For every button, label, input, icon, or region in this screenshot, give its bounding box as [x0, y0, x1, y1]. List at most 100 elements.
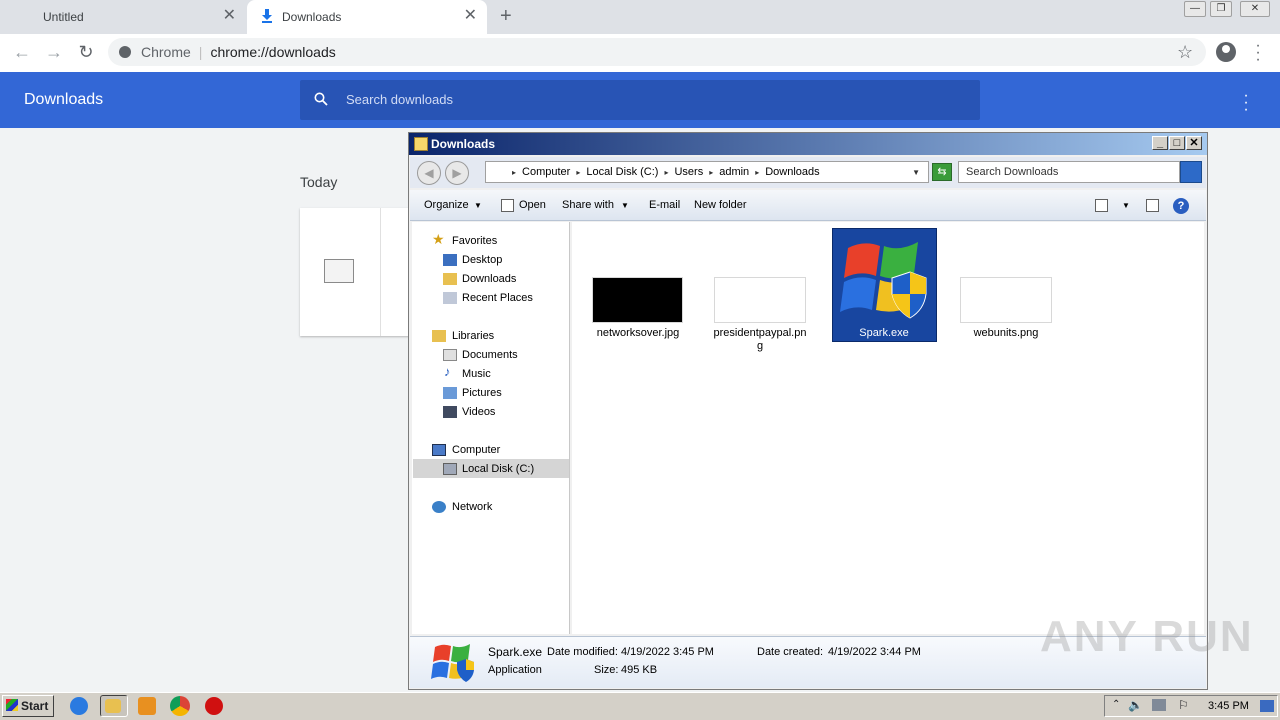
details-modified-label: Date modified: [547, 646, 618, 658]
chrome-page-icon [119, 46, 131, 58]
show-desktop-icon[interactable] [1260, 700, 1274, 712]
tab-downloads[interactable]: Downloads ✕ [247, 0, 487, 34]
chevron-down-icon[interactable]: ▼ [1122, 201, 1130, 210]
nav-favorites[interactable]: Favorites [452, 235, 497, 247]
refresh-icon[interactable]: ⇆ [932, 163, 952, 181]
minimize-button[interactable]: — [1184, 1, 1206, 17]
file-name[interactable]: webunits.png [951, 327, 1061, 339]
file-name[interactable]: Spark.exe [829, 327, 939, 339]
network-tray-icon[interactable] [1152, 699, 1166, 711]
download-card[interactable] [300, 208, 420, 336]
file-thumbnail[interactable] [960, 277, 1052, 323]
network-icon [432, 501, 446, 513]
nav-network[interactable]: Network [452, 501, 492, 513]
chevron-up-icon[interactable]: ⌃ [1112, 699, 1120, 710]
new-folder-button[interactable]: New folder [694, 199, 747, 211]
kebab-icon[interactable]: · · · [1242, 88, 1250, 118]
email-button[interactable]: E-mail [649, 199, 680, 211]
nav-pictures[interactable]: Pictures [462, 387, 502, 399]
clock[interactable]: 3:45 PM [1208, 700, 1249, 712]
nav-computer[interactable]: Computer [452, 444, 500, 456]
stop-icon[interactable] [205, 697, 223, 715]
chevron-down-icon[interactable]: ▼ [912, 168, 920, 177]
star-icon[interactable]: ☆ [1177, 42, 1193, 63]
minimize-button[interactable]: _ [1152, 136, 1168, 150]
close-window-button[interactable]: ✕ [1186, 136, 1202, 150]
forward-icon[interactable]: ▶ [445, 161, 469, 185]
details-size-label: Size: [594, 664, 619, 676]
windows-logo-icon [840, 242, 927, 319]
pictures-icon [443, 387, 457, 399]
tab-label: Downloads [282, 10, 342, 24]
details-filename: Spark.exe [488, 645, 543, 659]
open-icon [501, 199, 514, 212]
help-icon[interactable]: ? [1173, 198, 1189, 214]
breadcrumb-item[interactable]: admin [719, 166, 749, 178]
address-bar[interactable]: ▸ Computer ▸ Local Disk (C:) ▸ Users ▸ a… [485, 161, 929, 183]
new-tab-button[interactable]: + [500, 6, 512, 26]
media-player-icon[interactable] [138, 697, 156, 715]
details-size: 495 KB [621, 664, 658, 676]
flag-icon[interactable]: ⚐ [1178, 698, 1189, 712]
back-icon[interactable]: ◀ [417, 161, 441, 185]
restore-button[interactable]: ❐ [1210, 1, 1232, 17]
back-icon[interactable]: ← [12, 43, 32, 61]
search-icon[interactable] [1180, 161, 1202, 183]
details-created: 4/19/2022 3:44 PM [828, 646, 921, 658]
preview-pane-icon[interactable] [1146, 199, 1159, 212]
search-input[interactable]: Search Downloads [958, 161, 1180, 183]
breadcrumb-item[interactable]: Computer [522, 166, 570, 178]
computer-icon [432, 444, 446, 456]
chevron-right-icon: ▸ [576, 167, 581, 177]
close-window-button[interactable]: ✕ [1240, 1, 1270, 17]
chevron-right-icon: ▸ [512, 167, 517, 177]
open-button[interactable]: Open [519, 199, 546, 211]
chevron-right-icon: ▸ [755, 167, 760, 177]
tab-untitled[interactable]: Untitled ✕ [0, 0, 246, 34]
nav-desktop[interactable]: Desktop [462, 254, 502, 266]
music-icon: ♪ [444, 364, 451, 379]
omnibox-url: chrome://downloads [210, 44, 336, 60]
view-icon[interactable] [1095, 199, 1108, 212]
drive-icon [443, 463, 457, 475]
watermark: ANY RUN [1040, 612, 1254, 661]
breadcrumb-item[interactable]: Users [674, 166, 703, 178]
share-button[interactable]: Share with [562, 199, 614, 211]
speaker-icon[interactable]: 🔈 [1128, 698, 1143, 712]
forward-icon[interactable]: → [44, 43, 64, 61]
omnibox[interactable]: Chrome | chrome://downloads [108, 38, 1206, 66]
chrome-icon[interactable] [170, 696, 190, 716]
file-name[interactable]: networksover.jpg [583, 327, 693, 339]
avatar-icon[interactable] [1216, 42, 1236, 62]
file-thumbnail[interactable] [592, 277, 683, 323]
tab-label: Untitled [43, 10, 84, 24]
nav-libraries[interactable]: Libraries [452, 330, 494, 342]
videos-icon [443, 406, 457, 418]
section-heading: Today [300, 174, 338, 190]
file-name[interactable]: presidentpaypal.pn [705, 327, 815, 339]
omnibox-separator: | [198, 44, 203, 60]
search-placeholder: Search downloads [346, 92, 453, 107]
breadcrumb-item[interactable]: Downloads [765, 166, 819, 178]
organize-button[interactable]: Organize [424, 199, 469, 211]
breadcrumb-item[interactable]: Local Disk (C:) [586, 166, 658, 178]
nav-recent[interactable]: Recent Places [462, 292, 533, 304]
ie-icon[interactable] [70, 697, 88, 715]
desktop-icon [443, 254, 457, 266]
documents-icon [443, 349, 457, 361]
nav-music[interactable]: Music [462, 368, 491, 380]
reload-icon[interactable]: ↻ [76, 43, 96, 61]
nav-documents[interactable]: Documents [462, 349, 518, 361]
maximize-button[interactable]: □ [1169, 136, 1185, 150]
close-icon[interactable]: ✕ [464, 8, 477, 24]
nav-downloads[interactable]: Downloads [462, 273, 516, 285]
windows-logo-icon [431, 644, 474, 682]
nav-local-disk[interactable]: Local Disk (C:) [462, 463, 534, 475]
omnibox-site: Chrome [141, 44, 191, 60]
kebab-icon[interactable]: · · · [1254, 38, 1262, 68]
close-icon[interactable]: ✕ [223, 8, 236, 24]
file-thumbnail[interactable] [714, 277, 806, 323]
nav-videos[interactable]: Videos [462, 406, 495, 418]
folder-icon [105, 699, 121, 713]
page-title: Downloads [24, 91, 104, 108]
